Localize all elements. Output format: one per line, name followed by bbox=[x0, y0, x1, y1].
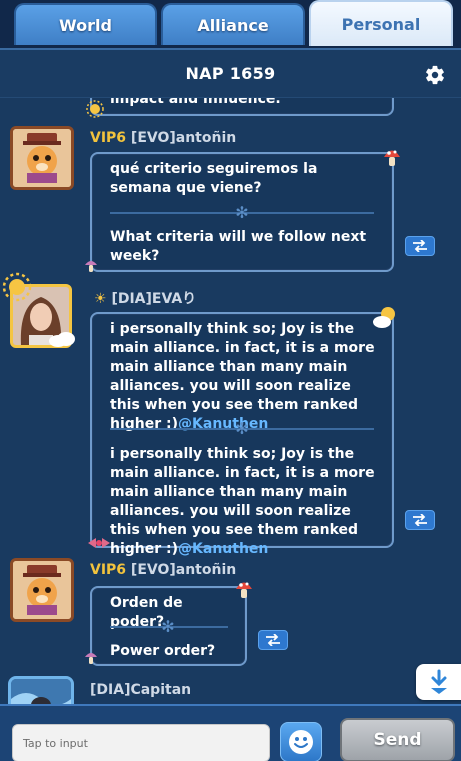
avatar[interactable] bbox=[10, 126, 74, 190]
sender-name[interactable]: ☀ [DIA]EVAり bbox=[94, 288, 196, 308]
avatar[interactable] bbox=[8, 676, 74, 704]
tab-world[interactable]: World bbox=[14, 3, 157, 45]
composer-bar: Tap to input Send bbox=[0, 704, 461, 761]
chat-feed[interactable]: impact and influence. VIP6 [EVO]antoñin … bbox=[0, 98, 461, 704]
sun-sticker-icon bbox=[2, 272, 32, 302]
smiley-icon bbox=[289, 730, 313, 754]
translate-button[interactable] bbox=[405, 236, 435, 256]
download-arrow-icon bbox=[431, 669, 447, 694]
sender-label: [DIA]Capitan bbox=[90, 682, 192, 698]
translated-text: What criteria will we follow next week? bbox=[110, 229, 367, 264]
swap-icon bbox=[413, 514, 427, 526]
mushroom-sticker-icon bbox=[85, 653, 97, 664]
snowflake-icon: ✻ bbox=[235, 203, 249, 222]
avatar[interactable] bbox=[10, 558, 74, 622]
vip-badge: VIP6 bbox=[90, 130, 127, 146]
tiger-avatar-icon bbox=[13, 129, 71, 187]
sender-name[interactable]: [DIA]Capitan bbox=[90, 682, 191, 698]
sun-badge-icon: ☀ bbox=[94, 291, 107, 307]
tiger-avatar-icon bbox=[13, 561, 71, 619]
swap-icon bbox=[413, 240, 427, 252]
sender-label: [EVO]antoñin bbox=[130, 562, 237, 578]
wave-avatar-icon bbox=[11, 679, 71, 704]
message-input[interactable]: Tap to input bbox=[12, 724, 270, 761]
translated-text: i personally think so; Joy is the main a… bbox=[110, 445, 378, 559]
snowflake-icon: ✻ bbox=[235, 419, 249, 438]
original-text: i personally think so; Joy is the main a… bbox=[110, 320, 378, 434]
sender-name[interactable]: VIP6 [EVO]antoñin bbox=[90, 562, 236, 578]
mushroom-sticker-icon bbox=[85, 261, 97, 272]
vip-badge: VIP6 bbox=[90, 562, 127, 578]
tab-bar: World Alliance Personal bbox=[0, 0, 461, 48]
ribbon-sticker-icon bbox=[88, 538, 110, 548]
tab-alliance[interactable]: Alliance bbox=[161, 3, 305, 45]
message-text: impact and influence. bbox=[110, 98, 281, 107]
translate-button[interactable] bbox=[258, 630, 288, 650]
chat-header: NAP 1659 bbox=[0, 48, 461, 98]
chat-title: NAP 1659 bbox=[185, 64, 276, 83]
snowflake-icon: ✻ bbox=[161, 617, 175, 636]
sender-label: [DIA]EVAり bbox=[111, 291, 197, 307]
cloud-sticker-icon bbox=[49, 332, 75, 347]
original-text: qué criterio seguiremos la semana que vi… bbox=[110, 161, 318, 196]
tab-personal[interactable]: Personal bbox=[309, 0, 453, 46]
sun-sticker-icon bbox=[86, 100, 104, 118]
mention-link[interactable]: @Kanuthen bbox=[178, 541, 268, 557]
sender-label: [EVO]antoñin bbox=[130, 130, 237, 146]
scroll-to-latest-button[interactable] bbox=[416, 664, 461, 700]
emoji-button[interactable] bbox=[280, 722, 322, 761]
send-button[interactable]: Send bbox=[340, 718, 455, 761]
mushroom-sticker-icon bbox=[384, 150, 400, 166]
translated-text: Power order? bbox=[110, 643, 216, 659]
translate-button[interactable] bbox=[405, 510, 435, 530]
input-placeholder: Tap to input bbox=[23, 736, 88, 750]
sender-name[interactable]: VIP6 [EVO]antoñin bbox=[90, 130, 236, 146]
swap-icon bbox=[266, 634, 280, 646]
gear-icon[interactable] bbox=[424, 64, 446, 86]
